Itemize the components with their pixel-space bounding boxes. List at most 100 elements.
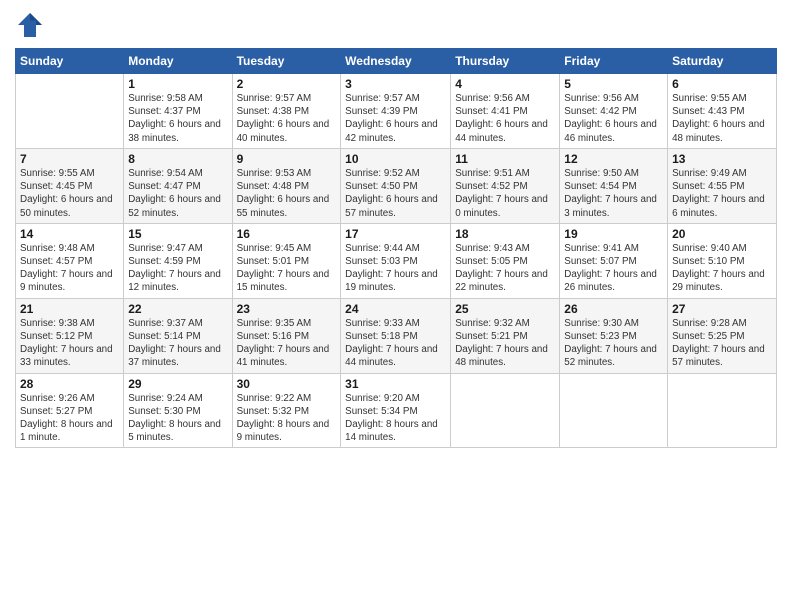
day-info: Sunrise: 9:47 AMSunset: 4:59 PMDaylight:…: [128, 242, 227, 295]
week-row-2: 14Sunrise: 9:48 AMSunset: 4:57 PMDayligh…: [16, 223, 777, 298]
day-cell: 16Sunrise: 9:45 AMSunset: 5:01 PMDayligh…: [232, 223, 341, 298]
day-cell: 17Sunrise: 9:44 AMSunset: 5:03 PMDayligh…: [341, 223, 451, 298]
day-number: 25: [455, 302, 555, 316]
day-cell: [560, 373, 668, 448]
day-cell: [451, 373, 560, 448]
day-number: 6: [672, 77, 772, 91]
day-info: Sunrise: 9:57 AMSunset: 4:38 PMDaylight:…: [237, 92, 337, 145]
page: SundayMondayTuesdayWednesdayThursdayFrid…: [0, 0, 792, 612]
day-number: 23: [237, 302, 337, 316]
day-cell: 2Sunrise: 9:57 AMSunset: 4:38 PMDaylight…: [232, 74, 341, 149]
logo: [15, 10, 49, 40]
day-number: 15: [128, 227, 227, 241]
day-number: 7: [20, 152, 119, 166]
day-cell: 13Sunrise: 9:49 AMSunset: 4:55 PMDayligh…: [668, 148, 777, 223]
day-info: Sunrise: 9:55 AMSunset: 4:43 PMDaylight:…: [672, 92, 772, 145]
day-number: 21: [20, 302, 119, 316]
day-info: Sunrise: 9:43 AMSunset: 5:05 PMDaylight:…: [455, 242, 555, 295]
day-info: Sunrise: 9:40 AMSunset: 5:10 PMDaylight:…: [672, 242, 772, 295]
day-number: 28: [20, 377, 119, 391]
day-info: Sunrise: 9:28 AMSunset: 5:25 PMDaylight:…: [672, 317, 772, 370]
week-row-3: 21Sunrise: 9:38 AMSunset: 5:12 PMDayligh…: [16, 298, 777, 373]
day-number: 27: [672, 302, 772, 316]
day-info: Sunrise: 9:30 AMSunset: 5:23 PMDaylight:…: [564, 317, 663, 370]
day-info: Sunrise: 9:35 AMSunset: 5:16 PMDaylight:…: [237, 317, 337, 370]
logo-icon: [15, 10, 45, 40]
day-cell: 5Sunrise: 9:56 AMSunset: 4:42 PMDaylight…: [560, 74, 668, 149]
header-wednesday: Wednesday: [341, 49, 451, 74]
day-info: Sunrise: 9:32 AMSunset: 5:21 PMDaylight:…: [455, 317, 555, 370]
header-saturday: Saturday: [668, 49, 777, 74]
day-number: 29: [128, 377, 227, 391]
week-row-0: 1Sunrise: 9:58 AMSunset: 4:37 PMDaylight…: [16, 74, 777, 149]
day-info: Sunrise: 9:45 AMSunset: 5:01 PMDaylight:…: [237, 242, 337, 295]
day-number: 19: [564, 227, 663, 241]
day-number: 5: [564, 77, 663, 91]
day-info: Sunrise: 9:50 AMSunset: 4:54 PMDaylight:…: [564, 167, 663, 220]
day-number: 20: [672, 227, 772, 241]
day-cell: [668, 373, 777, 448]
day-info: Sunrise: 9:38 AMSunset: 5:12 PMDaylight:…: [20, 317, 119, 370]
day-number: 2: [237, 77, 337, 91]
day-info: Sunrise: 9:41 AMSunset: 5:07 PMDaylight:…: [564, 242, 663, 295]
day-number: 14: [20, 227, 119, 241]
day-cell: 6Sunrise: 9:55 AMSunset: 4:43 PMDaylight…: [668, 74, 777, 149]
day-number: 10: [345, 152, 446, 166]
day-cell: 11Sunrise: 9:51 AMSunset: 4:52 PMDayligh…: [451, 148, 560, 223]
calendar-table: SundayMondayTuesdayWednesdayThursdayFrid…: [15, 48, 777, 448]
day-info: Sunrise: 9:26 AMSunset: 5:27 PMDaylight:…: [20, 392, 119, 445]
header-thursday: Thursday: [451, 49, 560, 74]
day-number: 13: [672, 152, 772, 166]
day-cell: 29Sunrise: 9:24 AMSunset: 5:30 PMDayligh…: [124, 373, 232, 448]
day-cell: 31Sunrise: 9:20 AMSunset: 5:34 PMDayligh…: [341, 373, 451, 448]
calendar-header-row: SundayMondayTuesdayWednesdayThursdayFrid…: [16, 49, 777, 74]
day-info: Sunrise: 9:48 AMSunset: 4:57 PMDaylight:…: [20, 242, 119, 295]
week-row-1: 7Sunrise: 9:55 AMSunset: 4:45 PMDaylight…: [16, 148, 777, 223]
day-number: 16: [237, 227, 337, 241]
day-cell: 19Sunrise: 9:41 AMSunset: 5:07 PMDayligh…: [560, 223, 668, 298]
day-cell: 26Sunrise: 9:30 AMSunset: 5:23 PMDayligh…: [560, 298, 668, 373]
day-info: Sunrise: 9:57 AMSunset: 4:39 PMDaylight:…: [345, 92, 446, 145]
day-info: Sunrise: 9:58 AMSunset: 4:37 PMDaylight:…: [128, 92, 227, 145]
day-cell: 27Sunrise: 9:28 AMSunset: 5:25 PMDayligh…: [668, 298, 777, 373]
day-cell: 24Sunrise: 9:33 AMSunset: 5:18 PMDayligh…: [341, 298, 451, 373]
day-number: 30: [237, 377, 337, 391]
day-cell: [16, 74, 124, 149]
day-info: Sunrise: 9:53 AMSunset: 4:48 PMDaylight:…: [237, 167, 337, 220]
day-info: Sunrise: 9:54 AMSunset: 4:47 PMDaylight:…: [128, 167, 227, 220]
day-info: Sunrise: 9:49 AMSunset: 4:55 PMDaylight:…: [672, 167, 772, 220]
header-friday: Friday: [560, 49, 668, 74]
day-number: 11: [455, 152, 555, 166]
day-info: Sunrise: 9:20 AMSunset: 5:34 PMDaylight:…: [345, 392, 446, 445]
day-cell: 28Sunrise: 9:26 AMSunset: 5:27 PMDayligh…: [16, 373, 124, 448]
header-sunday: Sunday: [16, 49, 124, 74]
day-number: 1: [128, 77, 227, 91]
day-info: Sunrise: 9:24 AMSunset: 5:30 PMDaylight:…: [128, 392, 227, 445]
day-cell: 25Sunrise: 9:32 AMSunset: 5:21 PMDayligh…: [451, 298, 560, 373]
day-info: Sunrise: 9:22 AMSunset: 5:32 PMDaylight:…: [237, 392, 337, 445]
day-info: Sunrise: 9:56 AMSunset: 4:41 PMDaylight:…: [455, 92, 555, 145]
day-number: 22: [128, 302, 227, 316]
day-info: Sunrise: 9:37 AMSunset: 5:14 PMDaylight:…: [128, 317, 227, 370]
day-cell: 12Sunrise: 9:50 AMSunset: 4:54 PMDayligh…: [560, 148, 668, 223]
day-cell: 20Sunrise: 9:40 AMSunset: 5:10 PMDayligh…: [668, 223, 777, 298]
week-row-4: 28Sunrise: 9:26 AMSunset: 5:27 PMDayligh…: [16, 373, 777, 448]
header-tuesday: Tuesday: [232, 49, 341, 74]
day-number: 31: [345, 377, 446, 391]
day-number: 24: [345, 302, 446, 316]
day-cell: 14Sunrise: 9:48 AMSunset: 4:57 PMDayligh…: [16, 223, 124, 298]
day-number: 4: [455, 77, 555, 91]
day-cell: 3Sunrise: 9:57 AMSunset: 4:39 PMDaylight…: [341, 74, 451, 149]
day-cell: 1Sunrise: 9:58 AMSunset: 4:37 PMDaylight…: [124, 74, 232, 149]
header-monday: Monday: [124, 49, 232, 74]
day-number: 18: [455, 227, 555, 241]
day-number: 3: [345, 77, 446, 91]
day-cell: 15Sunrise: 9:47 AMSunset: 4:59 PMDayligh…: [124, 223, 232, 298]
day-info: Sunrise: 9:55 AMSunset: 4:45 PMDaylight:…: [20, 167, 119, 220]
day-cell: 4Sunrise: 9:56 AMSunset: 4:41 PMDaylight…: [451, 74, 560, 149]
day-cell: 23Sunrise: 9:35 AMSunset: 5:16 PMDayligh…: [232, 298, 341, 373]
day-cell: 8Sunrise: 9:54 AMSunset: 4:47 PMDaylight…: [124, 148, 232, 223]
day-info: Sunrise: 9:56 AMSunset: 4:42 PMDaylight:…: [564, 92, 663, 145]
day-cell: 7Sunrise: 9:55 AMSunset: 4:45 PMDaylight…: [16, 148, 124, 223]
day-cell: 22Sunrise: 9:37 AMSunset: 5:14 PMDayligh…: [124, 298, 232, 373]
